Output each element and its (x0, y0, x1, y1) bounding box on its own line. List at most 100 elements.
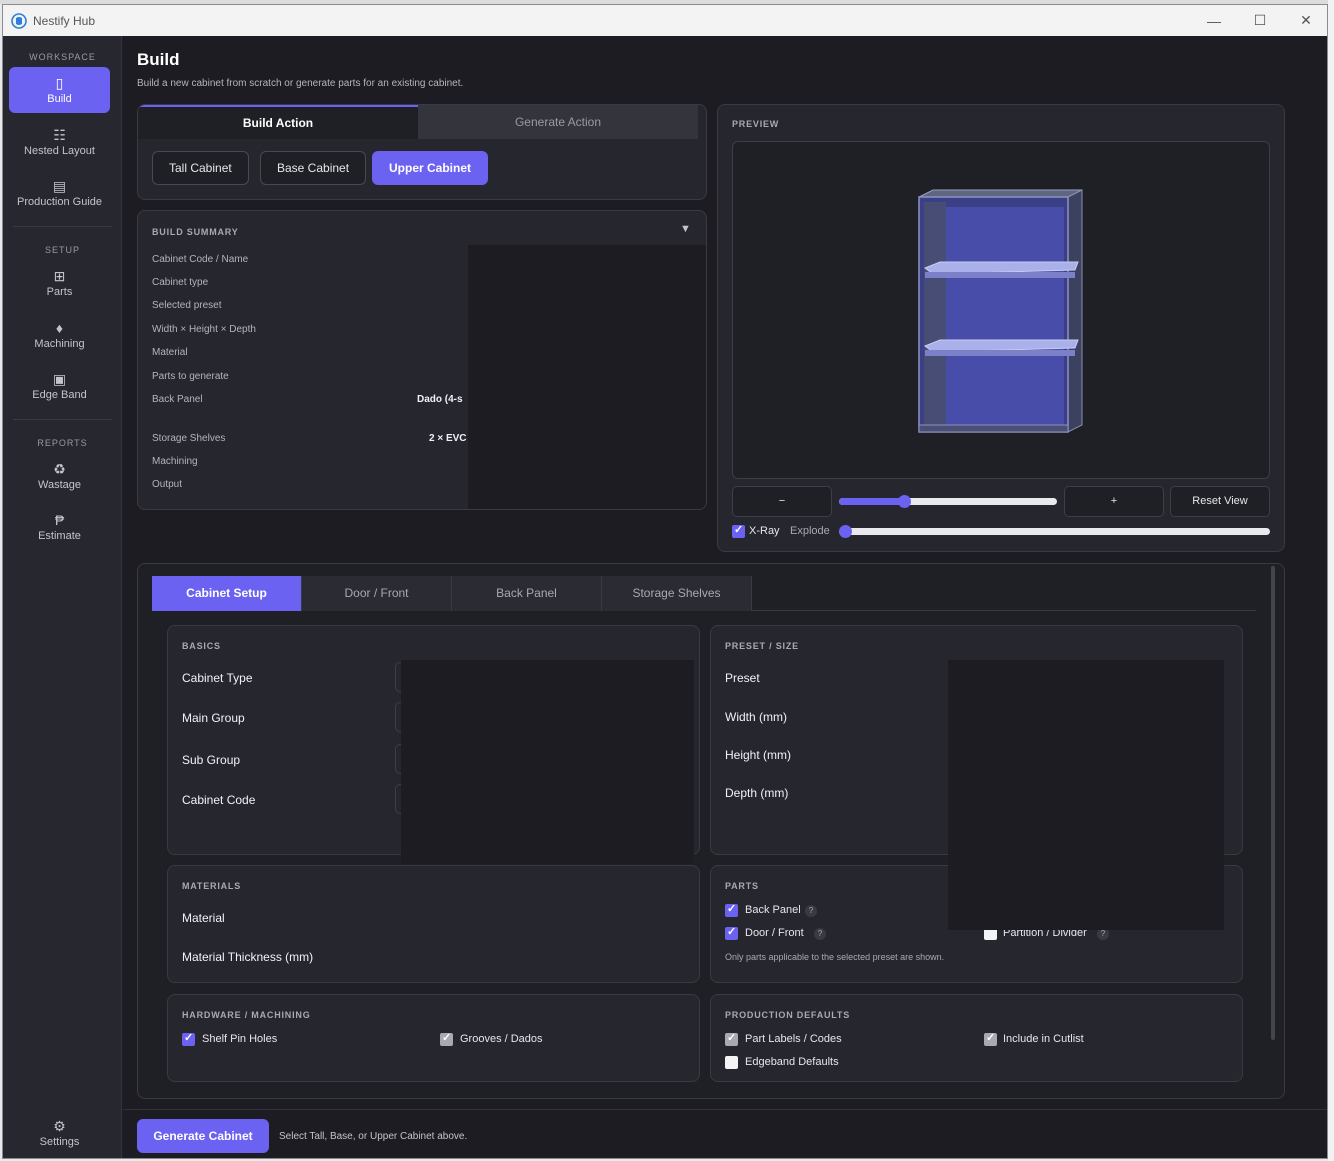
height-label: Height (mm) (725, 748, 792, 762)
width-label: Width (mm) (725, 710, 787, 724)
sidebar-divider (13, 419, 112, 420)
tab-back-panel[interactable]: Back Panel (452, 576, 602, 611)
shelf-pin-holes-checkbox[interactable]: ✓ (182, 1032, 195, 1046)
door-front-part-label: Door / Front (745, 927, 804, 939)
app-logo-icon (11, 12, 27, 29)
summary-row: Selected preset (152, 300, 222, 311)
sub-group-label: Sub Group (182, 753, 241, 767)
generate-cabinet-button[interactable]: Generate Cabinet (137, 1119, 269, 1153)
close-button[interactable]: ✕ (1283, 5, 1327, 36)
sidebar-item-nested-layout[interactable]: ☷ Nested Layout (9, 119, 110, 165)
depth-label: Depth (mm) (725, 786, 789, 800)
production-defaults-card: PRODUCTION DEFAULTS ✓ Part Labels / Code… (710, 994, 1243, 1082)
xray-checkbox[interactable]: ✓ (732, 524, 745, 538)
tab-build-action[interactable]: Build Action (138, 105, 418, 139)
grid-icon: ☷ (53, 127, 66, 143)
zoom-slider-handle[interactable] (898, 495, 912, 508)
edgeband-defaults-checkbox[interactable] (725, 1056, 738, 1069)
materials-caption: MATERIALS (182, 881, 242, 891)
recycle-icon: ♻ (53, 461, 66, 477)
help-icon[interactable]: ? (805, 905, 817, 917)
parts-caption: PARTS (725, 881, 759, 891)
sidebar-item-settings[interactable]: ⚙ Settings (9, 1110, 110, 1156)
tab-generate-action[interactable]: Generate Action (418, 105, 698, 139)
summary-row: Machining (152, 456, 198, 467)
shelf-pin-holes-label: Shelf Pin Holes (202, 1033, 278, 1045)
basics-caption: BASICS (182, 641, 221, 651)
sidebar: WORKSPACE ▯ Build ☷ Nested Layout ▤ Prod… (3, 36, 122, 1158)
explode-label: Explode (790, 525, 830, 537)
explode-slider[interactable] (839, 525, 1270, 538)
peso-icon: ₱ (54, 512, 65, 528)
part-labels-checkbox[interactable]: ✓ (725, 1032, 738, 1046)
reset-view-button[interactable]: Reset View (1170, 486, 1270, 517)
minimize-button[interactable]: — (1191, 5, 1237, 36)
upper-cabinet-button[interactable]: Upper Cabinet (372, 151, 489, 185)
page-subtitle: Build a new cabinet from scratch or gene… (137, 78, 464, 89)
sidebar-divider (13, 226, 112, 227)
zoom-in-button[interactable]: + (1064, 486, 1164, 517)
build-summary-caption: BUILD SUMMARY (152, 227, 239, 237)
tab-storage-shelves[interactable]: Storage Shelves (602, 576, 752, 611)
dropdown-overlay (401, 660, 694, 864)
maximize-button[interactable]: ☐ (1237, 5, 1283, 36)
material-thickness-label: Material Thickness (mm) (182, 950, 314, 964)
sidebar-item-edge-band[interactable]: ▣ Edge Band (9, 363, 110, 409)
grooves-dados-checkbox[interactable]: ✓ (440, 1032, 453, 1046)
hardware-card: HARDWARE / MACHINING ✓ Shelf Pin Holes ✓… (167, 994, 700, 1082)
sidebar-section-workspace: WORKSPACE (29, 52, 96, 62)
collapse-icon[interactable]: ▼ (680, 223, 691, 235)
build-summary-panel: BUILD SUMMARY ▼ Cabinet Code / Name Cabi… (137, 210, 707, 510)
summary-values-area (468, 245, 706, 509)
preview-caption: PREVIEW (732, 119, 780, 129)
tall-cabinet-button[interactable]: Tall Cabinet (152, 151, 249, 185)
base-cabinet-button[interactable]: Base Cabinet (260, 151, 367, 185)
summary-row: Material (152, 347, 188, 358)
preset-size-caption: PRESET / SIZE (725, 641, 799, 651)
zoom-slider-fill (839, 498, 905, 505)
setup-tabs: Cabinet Setup Door / Front Back Panel St… (152, 576, 1256, 611)
door-front-checkbox[interactable]: ✓ (725, 926, 738, 940)
part-labels-label: Part Labels / Codes (745, 1033, 842, 1045)
footer-bar: Generate Cabinet Select Tall, Base, or U… (123, 1109, 1327, 1158)
zoom-slider[interactable] (839, 495, 1057, 508)
summary-row: Parts to generate (152, 371, 229, 382)
vertical-scrollbar[interactable] (1271, 566, 1275, 1040)
page-title: Build (137, 50, 180, 69)
sidebar-item-parts[interactable]: ⊞ Parts (9, 260, 110, 306)
sidebar-item-label: Production Guide (17, 196, 102, 208)
zoom-out-button[interactable]: − (732, 486, 832, 517)
preview-viewport[interactable] (732, 141, 1270, 479)
sidebar-item-label: Parts (46, 286, 73, 298)
materials-card: MATERIALS Material Material Thickness (m… (167, 865, 700, 983)
include-cutlist-checkbox[interactable]: ✓ (984, 1032, 997, 1046)
sidebar-item-estimate[interactable]: ₱ Estimate (9, 504, 110, 550)
sidebar-item-build[interactable]: ▯ Build (9, 67, 110, 113)
help-icon[interactable]: ? (814, 928, 826, 940)
tab-door-front[interactable]: Door / Front (302, 576, 452, 611)
machining-icon: ♦ (55, 320, 64, 336)
summary-row: Storage Shelves (152, 433, 226, 444)
back-panel-value: Dado (4-s (417, 394, 463, 405)
dropdown-overlay (948, 864, 1224, 930)
back-panel-part-label: Back Panel (745, 904, 801, 916)
edge-band-icon: ▣ (52, 371, 67, 387)
sidebar-item-machining[interactable]: ♦ Machining (9, 312, 110, 358)
sidebar-item-label: Build (47, 93, 72, 105)
summary-row: Output (152, 479, 183, 490)
summary-row: Cabinet type (152, 277, 209, 288)
sidebar-item-production-guide[interactable]: ▤ Production Guide (9, 170, 110, 216)
tab-cabinet-setup[interactable]: Cabinet Setup (152, 576, 302, 611)
hardware-caption: HARDWARE / MACHINING (182, 1010, 311, 1020)
back-panel-checkbox[interactable]: ✓ (725, 903, 738, 917)
cabinet-3d-model (918, 189, 1083, 433)
preview-panel: PREVIEW − + Reset View ✓ X-Ray Explode (717, 104, 1285, 552)
sidebar-item-label: Wastage (37, 479, 81, 491)
action-panel: Build Action Generate Action Tall Cabine… (137, 104, 707, 200)
sidebar-item-label: Nested Layout (24, 145, 95, 157)
action-tabs: Build Action Generate Action (138, 105, 698, 139)
xray-label: X-Ray (749, 525, 780, 537)
explode-slider-handle[interactable] (839, 525, 852, 538)
sidebar-item-wastage[interactable]: ♻ Wastage (9, 453, 110, 499)
preset-label: Preset (725, 671, 760, 685)
